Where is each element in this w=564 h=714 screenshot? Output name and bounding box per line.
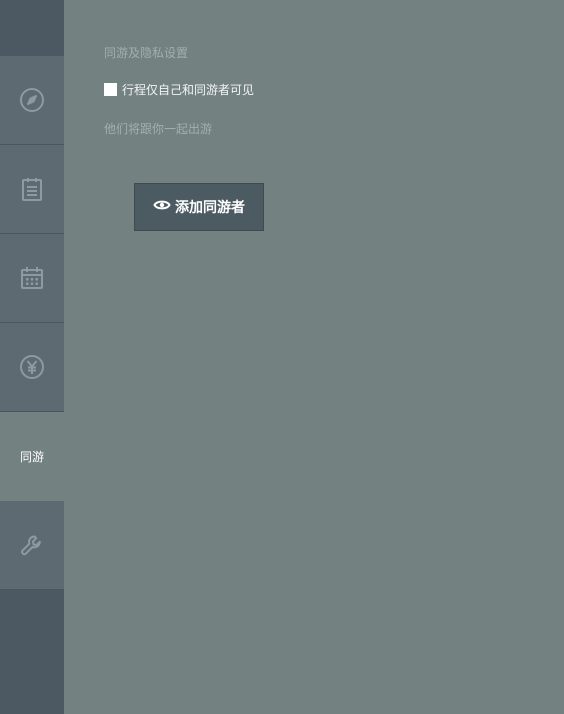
yen-icon	[18, 353, 46, 381]
sidebar-item-overview[interactable]	[0, 56, 64, 145]
sidebar: 同游	[0, 0, 64, 714]
visibility-checkbox-row[interactable]: 行程仅自己和同游者可见	[104, 81, 254, 98]
companions-subtitle: 他们将跟你一起出游	[104, 122, 213, 136]
sidebar-item-settings[interactable]	[0, 501, 64, 590]
visibility-checkbox-label: 行程仅自己和同游者可见	[122, 83, 255, 97]
add-companion-button[interactable]: 添加同游者	[134, 183, 264, 231]
eye-icon	[153, 196, 175, 218]
sidebar-item-label: 同游	[19, 450, 44, 464]
calendar-icon	[18, 264, 46, 292]
clipboard-icon	[18, 175, 46, 203]
sidebar-item-companions[interactable]: 同游	[0, 412, 64, 501]
wrench-icon	[18, 531, 46, 559]
add-companion-label: 添加同游者	[175, 200, 245, 216]
sidebar-item-calendar[interactable]	[0, 234, 64, 323]
sidebar-item-itinerary[interactable]	[0, 145, 64, 234]
sidebar-item-budget[interactable]	[0, 323, 64, 412]
main-panel: 同游及隐私设置 行程仅自己和同游者可见 他们将跟你一起出游 添加同游者	[64, 0, 564, 714]
section-title: 同游及隐私设置	[104, 46, 189, 60]
visibility-checkbox[interactable]	[104, 83, 117, 96]
compass-icon	[18, 86, 46, 114]
